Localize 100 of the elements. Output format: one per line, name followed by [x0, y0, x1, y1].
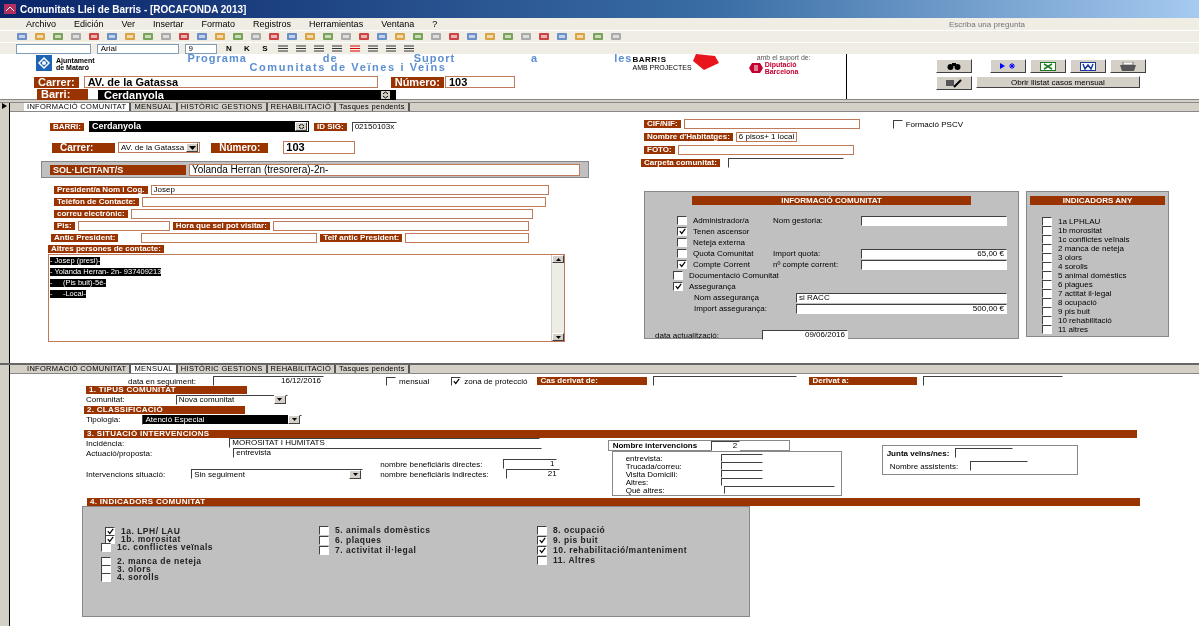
checkbox[interactable] — [677, 227, 687, 236]
checkbox[interactable] — [1042, 235, 1052, 244]
toolbar-icon[interactable] — [276, 44, 289, 53]
toolbar-icon[interactable] — [366, 44, 379, 53]
combo-box[interactable]: Nova comunitat — [175, 394, 288, 405]
menu-item[interactable]: Registros — [253, 19, 292, 29]
open-list-button[interactable]: Obrir llistat casos mensual — [976, 76, 1140, 88]
checkbox[interactable] — [677, 260, 687, 269]
toolbar-icon[interactable] — [294, 44, 307, 53]
dropdown-arrow-icon[interactable] — [186, 143, 199, 152]
checkbox[interactable] — [1042, 298, 1052, 307]
search-button[interactable] — [936, 59, 972, 73]
menu-item[interactable]: Ventana — [381, 19, 415, 29]
checkbox[interactable] — [1042, 316, 1052, 325]
checkbox[interactable] — [537, 535, 547, 545]
input-field[interactable]: Josep — [150, 185, 549, 195]
input-field[interactable] — [77, 221, 170, 231]
checkbox[interactable] — [319, 535, 329, 545]
style-combo[interactable] — [16, 43, 91, 54]
input-field[interactable]: entrevista — [233, 448, 543, 458]
checkbox[interactable] — [1042, 244, 1052, 253]
toolbar-icon[interactable] — [402, 44, 415, 53]
input-field[interactable]: 6 pisos+ 1 local — [735, 132, 798, 142]
format-button[interactable]: K — [240, 44, 253, 53]
checkbox[interactable] — [1042, 280, 1052, 289]
checkbox[interactable] — [537, 545, 547, 555]
input-field[interactable]: si RACC — [796, 292, 1007, 303]
menu-item[interactable]: Edición — [74, 19, 104, 29]
checkbox[interactable] — [105, 534, 115, 544]
input-field[interactable] — [861, 215, 1007, 226]
input-field[interactable] — [955, 448, 1014, 458]
font-combo[interactable]: Arial — [96, 43, 179, 54]
input-field[interactable]: 103 — [283, 141, 356, 154]
scroll-down-icon[interactable] — [555, 335, 561, 339]
menu-item[interactable]: Insertar — [153, 19, 184, 29]
input-field[interactable]: 09/06/2016 — [762, 330, 848, 340]
input-field[interactable] — [720, 462, 763, 470]
input-field[interactable] — [723, 486, 835, 494]
input-field[interactable]: 16/12/2016 — [213, 376, 325, 386]
checkbox[interactable] — [1042, 307, 1052, 316]
toolbar-icon[interactable] — [330, 44, 343, 53]
input-field[interactable] — [141, 233, 318, 243]
checkbox[interactable] — [677, 216, 687, 225]
checkbox[interactable] — [677, 249, 687, 258]
input-field[interactable]: 1 — [503, 459, 558, 469]
scrollbar[interactable] — [551, 255, 564, 341]
print-button[interactable] — [1110, 59, 1146, 73]
checkbox[interactable] — [677, 238, 687, 247]
checkbox[interactable] — [1042, 253, 1052, 262]
input-field[interactable]: 65,00 € — [861, 248, 1007, 259]
input-field[interactable] — [720, 478, 763, 486]
checkbox[interactable] — [319, 545, 329, 555]
toolbar-icon[interactable] — [312, 44, 325, 53]
input-field[interactable]: AV. de la Gatassa — [83, 76, 378, 88]
input-field[interactable] — [677, 145, 854, 155]
scroll-up-icon[interactable] — [555, 257, 561, 261]
combo-box[interactable]: Atenció Especial — [142, 414, 303, 425]
input-field[interactable]: Yolanda Herran (tresorera)-2n- — [189, 163, 580, 176]
input-field[interactable] — [272, 221, 529, 231]
combo-box[interactable]: Cerdanyola — [89, 121, 309, 132]
input-field[interactable]: 02150103x — [351, 121, 398, 132]
export-document-button[interactable] — [1070, 59, 1106, 73]
input-field[interactable]: MOROSITAT I HUMITATS — [229, 438, 541, 448]
checkbox[interactable] — [1042, 289, 1052, 298]
input-field[interactable]: 500,00 € — [796, 303, 1007, 314]
input-field[interactable]: 21 — [505, 469, 560, 479]
checkbox[interactable] — [537, 525, 547, 535]
menu-item[interactable]: Ver — [121, 19, 136, 29]
record-selector-bar[interactable] — [0, 103, 10, 363]
spinner-icon[interactable] — [381, 90, 390, 99]
input-field[interactable] — [683, 119, 860, 129]
checkbox[interactable] — [451, 376, 462, 386]
checkbox[interactable] — [1042, 217, 1052, 226]
combo-box[interactable]: AV. de la Gatassa — [118, 142, 201, 153]
checkbox[interactable] — [537, 555, 547, 565]
input-field[interactable] — [141, 197, 546, 207]
input-field[interactable]: 103 — [444, 76, 515, 88]
checkbox[interactable] — [1042, 226, 1052, 235]
input-field[interactable] — [861, 259, 1007, 270]
format-button[interactable]: S — [258, 44, 271, 53]
new-record-button[interactable] — [990, 59, 1026, 73]
format-button[interactable]: N — [222, 44, 235, 53]
menu-item[interactable]: Formato — [201, 19, 236, 29]
checkbox[interactable] — [1042, 271, 1052, 280]
checkbox[interactable] — [319, 525, 329, 535]
checkbox[interactable] — [101, 572, 111, 582]
input-field[interactable] — [720, 470, 763, 478]
checkbox[interactable] — [673, 282, 683, 291]
input-field[interactable] — [130, 209, 533, 219]
menu-item[interactable]: Archivo — [26, 19, 56, 29]
checkbox[interactable] — [673, 271, 683, 280]
input-field[interactable] — [970, 461, 1029, 471]
checkbox[interactable] — [1042, 325, 1052, 334]
checkbox[interactable] — [1042, 262, 1052, 271]
combo-box[interactable]: Cerdanyola — [98, 89, 396, 100]
combo-box[interactable]: Sin seguiment — [191, 469, 364, 479]
toolbar-icon[interactable] — [384, 44, 397, 53]
record-selector-bar[interactable] — [0, 365, 10, 626]
checkbox[interactable] — [101, 542, 111, 552]
input-field[interactable] — [405, 233, 530, 243]
